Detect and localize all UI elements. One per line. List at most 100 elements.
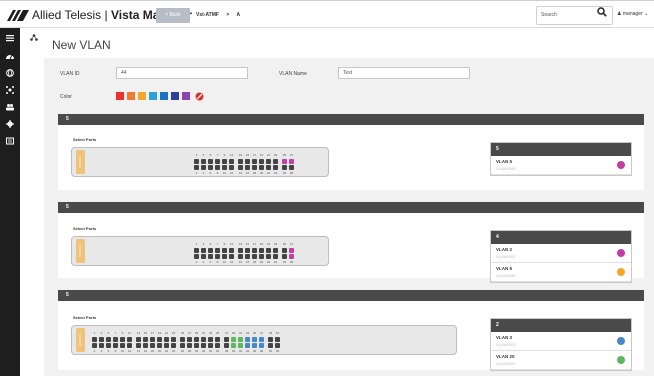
switch-port[interactable] [208, 343, 213, 348]
switch-port[interactable] [252, 254, 257, 259]
menu-icon[interactable] [0, 31, 20, 45]
users-icon[interactable] [0, 100, 20, 114]
switch-port[interactable] [171, 343, 176, 348]
switch-port[interactable] [157, 343, 162, 348]
switch-port[interactable] [282, 159, 287, 164]
switch-port[interactable] [215, 343, 220, 348]
switch-port[interactable] [231, 343, 236, 348]
switch-port[interactable] [229, 159, 234, 164]
switch-port[interactable] [229, 248, 234, 253]
switch-port[interactable] [273, 159, 278, 164]
switch-port[interactable] [157, 337, 162, 342]
switch-port[interactable] [120, 337, 125, 342]
switch-port[interactable] [194, 159, 199, 164]
switch-port[interactable] [92, 343, 97, 348]
switch-port[interactable] [171, 337, 176, 342]
switch-port[interactable] [99, 337, 104, 342]
switch-port[interactable] [150, 343, 155, 348]
switch-port[interactable] [201, 248, 206, 253]
switch-port[interactable] [238, 159, 243, 164]
switch-port[interactable] [273, 254, 278, 259]
switch-port[interactable] [127, 343, 132, 348]
vlan-row[interactable]: VLAN 3 VLAN0003 [491, 332, 631, 351]
switch-port[interactable] [275, 343, 280, 348]
no-color-icon[interactable] [195, 92, 204, 101]
vlan-row[interactable]: VLAN 20 VLAN0020 [491, 351, 631, 370]
switch-port[interactable] [238, 248, 243, 253]
switch-port[interactable] [259, 254, 264, 259]
switch-port[interactable] [268, 337, 273, 342]
vlan-row[interactable]: VLAN 5 VLAN0005 [491, 263, 631, 282]
switch-port[interactable] [266, 248, 271, 253]
switch-port[interactable] [252, 248, 257, 253]
switch-port[interactable] [120, 343, 125, 348]
color-swatch[interactable] [160, 92, 168, 100]
switch-port[interactable] [215, 165, 220, 170]
switch-port[interactable] [259, 159, 264, 164]
switch-port[interactable] [224, 337, 229, 342]
vlan-row[interactable]: VLAN 5 VLAN0005 [491, 156, 631, 175]
switch-port[interactable] [282, 248, 287, 253]
switch-port[interactable] [259, 337, 264, 342]
vlan-name-field[interactable]: Test [338, 67, 470, 79]
switch-port[interactable] [252, 337, 257, 342]
switch-port[interactable] [268, 343, 273, 348]
switch-port[interactable] [187, 337, 192, 342]
switch-port[interactable] [194, 165, 199, 170]
switch-port[interactable] [113, 343, 118, 348]
switch-port[interactable] [208, 337, 213, 342]
switch-port[interactable] [222, 254, 227, 259]
switch-port[interactable] [259, 248, 264, 253]
switch-port[interactable] [238, 337, 243, 342]
switch-port[interactable] [252, 159, 257, 164]
switch-port[interactable] [245, 343, 250, 348]
switch-port[interactable] [252, 343, 257, 348]
vlan-row[interactable]: VLAN 2 VLAN0002 [491, 244, 631, 263]
switch-port[interactable] [201, 165, 206, 170]
switch-port[interactable] [187, 343, 192, 348]
switch-port[interactable] [164, 337, 169, 342]
switch-port[interactable] [252, 165, 257, 170]
dashboard-icon[interactable] [0, 49, 20, 63]
breadcrumb-item-vst-atmf[interactable]: Vst-ATMF [196, 12, 219, 18]
switch-port[interactable] [289, 159, 294, 164]
switch-port[interactable] [208, 248, 213, 253]
switch-port[interactable] [136, 337, 141, 342]
switch-port[interactable] [273, 248, 278, 253]
switch-port[interactable] [194, 248, 199, 253]
switch-port[interactable] [259, 165, 264, 170]
switch-port[interactable] [194, 337, 199, 342]
switch-port[interactable] [224, 343, 229, 348]
switch-port[interactable] [275, 337, 280, 342]
switch-port[interactable] [127, 337, 132, 342]
switch-port[interactable] [245, 165, 250, 170]
switch-port[interactable] [201, 343, 206, 348]
switch-port[interactable] [245, 337, 250, 342]
breadcrumb-item-a[interactable]: A [237, 12, 241, 18]
switch-port[interactable] [222, 165, 227, 170]
switch-port[interactable] [99, 343, 104, 348]
switch-port[interactable] [215, 248, 220, 253]
search-icon[interactable] [597, 7, 607, 17]
switch-port[interactable] [229, 254, 234, 259]
vlan-id-field[interactable]: 44 [116, 67, 248, 79]
switch-port[interactable] [143, 337, 148, 342]
switch-port[interactable] [238, 165, 243, 170]
gear-icon[interactable] [0, 117, 20, 131]
switch-port[interactable] [289, 165, 294, 170]
switch-port[interactable] [231, 337, 236, 342]
network-icon[interactable] [0, 83, 20, 97]
switch-port[interactable] [245, 248, 250, 253]
switch-port[interactable] [208, 165, 213, 170]
switch-port[interactable] [150, 337, 155, 342]
color-swatch[interactable] [127, 92, 135, 100]
switch-port[interactable] [164, 343, 169, 348]
switch-port[interactable] [208, 159, 213, 164]
switch-port[interactable] [201, 254, 206, 259]
switch-port[interactable] [266, 165, 271, 170]
switch-port[interactable] [208, 254, 213, 259]
switch-port[interactable] [180, 337, 185, 342]
color-swatch[interactable] [182, 92, 190, 100]
switch-port[interactable] [222, 159, 227, 164]
switch-port[interactable] [245, 254, 250, 259]
